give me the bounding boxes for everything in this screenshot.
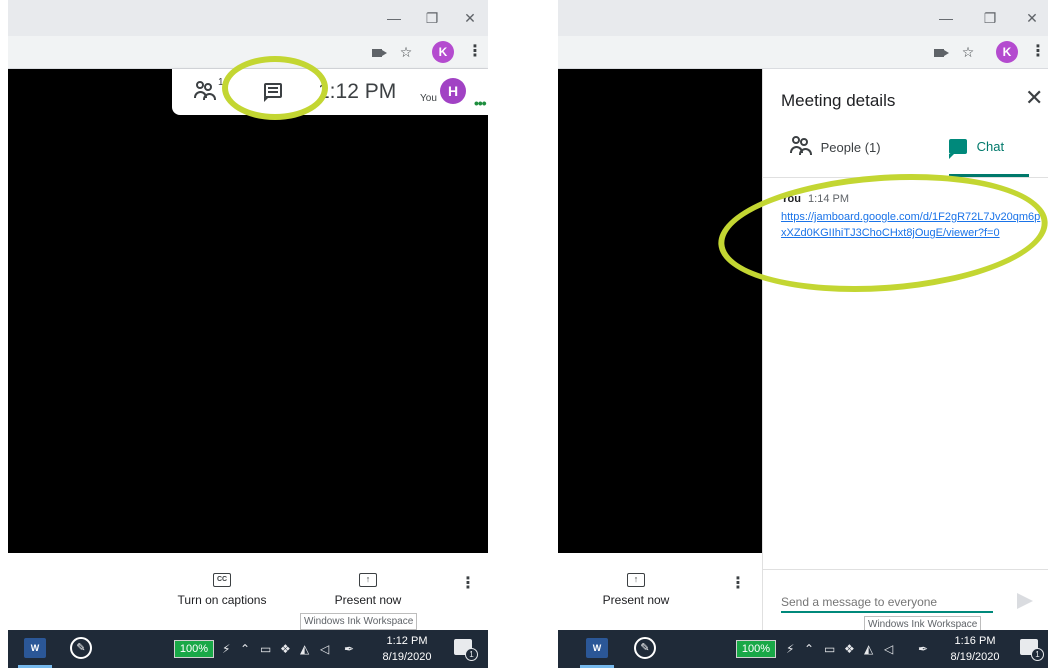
people-icon bbox=[789, 136, 813, 155]
chat-message-header: You 1:14 PM bbox=[781, 193, 849, 205]
people-count-badge: 1 bbox=[218, 77, 224, 88]
keyboard-icon[interactable]: ▭ bbox=[824, 640, 835, 658]
meeting-time: 1:12 PM bbox=[318, 80, 397, 103]
tray-expand-icon[interactable]: ⌃ bbox=[804, 640, 814, 658]
message-time: 1:14 PM bbox=[808, 193, 849, 205]
tab-chat[interactable]: Chat bbox=[949, 139, 1029, 177]
browser-menu-icon[interactable]: ⋮ bbox=[1030, 42, 1046, 62]
present-icon: ↑ bbox=[359, 573, 377, 587]
notification-count: 1 bbox=[465, 648, 478, 661]
browser-toolbar: ☆ K ⋮ bbox=[8, 36, 488, 69]
ink-workspace-tooltip: Windows Ink Workspace bbox=[300, 613, 418, 630]
battery-indicator[interactable]: 100% bbox=[736, 640, 776, 658]
sketch-app-icon[interactable]: ✎ bbox=[70, 637, 92, 659]
ink-workspace-icon[interactable]: ✒ bbox=[918, 640, 928, 658]
camera-icon[interactable] bbox=[372, 49, 387, 57]
clock[interactable]: 1:16 PM 8/19/2020 bbox=[940, 633, 1010, 665]
notification-count: 1 bbox=[1031, 648, 1044, 661]
chat-message-input[interactable] bbox=[781, 593, 993, 613]
sketch-app-icon[interactable]: ✎ bbox=[634, 637, 656, 659]
volume-icon[interactable]: ◁ bbox=[320, 640, 329, 658]
more-controls-icon[interactable]: ⋮ bbox=[730, 576, 746, 592]
chat-icon bbox=[949, 139, 967, 159]
volume-icon[interactable]: ◁ bbox=[884, 640, 893, 658]
more-options-icon[interactable]: ••• bbox=[474, 95, 487, 111]
browser-titlebar: — ❐ ✕ bbox=[8, 0, 488, 36]
more-controls-icon[interactable]: ⋮ bbox=[460, 576, 476, 592]
dropbox-icon[interactable]: ❖ bbox=[844, 640, 855, 658]
message-sender: You bbox=[781, 193, 801, 205]
restore-button[interactable]: ❐ bbox=[422, 8, 442, 28]
notifications-icon[interactable]: 1 bbox=[454, 639, 478, 661]
left-screenshot: — ❐ ✕ ☆ K ⋮ 1 1:12 PM You H ••• CC Turn … bbox=[8, 0, 488, 668]
video-area bbox=[8, 69, 488, 553]
power-plug-icon: ⚡ bbox=[222, 642, 231, 656]
present-label: Present now bbox=[602, 593, 670, 607]
people-icon[interactable]: 1 bbox=[194, 77, 224, 103]
bookmark-star-icon[interactable]: ☆ bbox=[398, 42, 414, 62]
word-app-icon[interactable]: W bbox=[580, 638, 614, 668]
camera-icon[interactable] bbox=[934, 49, 949, 57]
close-window-button[interactable]: ✕ bbox=[460, 8, 480, 28]
present-label: Present now bbox=[334, 593, 402, 607]
network-icon[interactable]: ◭ bbox=[300, 640, 309, 658]
meeting-controls: ↑ Present now ⋮ bbox=[558, 553, 762, 629]
clock-time: 1:16 PM bbox=[954, 635, 996, 647]
minimize-button[interactable]: — bbox=[384, 8, 404, 28]
right-screenshot: — ❐ ✕ ☆ K ⋮ Meeting details ✕ People (1)… bbox=[558, 0, 1048, 668]
browser-menu-icon[interactable]: ⋮ bbox=[467, 42, 483, 62]
clock-date: 8/19/2020 bbox=[950, 651, 1000, 663]
windows-taskbar: W ✎ 100% ⚡ ⌃ ▭ ❖ ◭ ◁ ✒ 1:12 PM 8/19/2020… bbox=[8, 630, 488, 668]
profile-avatar[interactable]: K bbox=[996, 41, 1018, 63]
present-now-button[interactable]: ↑ Present now bbox=[596, 573, 676, 607]
clock[interactable]: 1:12 PM 8/19/2020 bbox=[372, 633, 442, 665]
send-icon[interactable] bbox=[1017, 593, 1033, 609]
jamboard-link[interactable]: https://jamboard.google.com/d/1F2gR72L7J… bbox=[781, 209, 1043, 241]
tab-people-label: People (1) bbox=[820, 140, 881, 155]
close-window-button[interactable]: ✕ bbox=[1022, 8, 1042, 28]
word-app-icon[interactable]: W bbox=[18, 638, 52, 668]
clock-date: 8/19/2020 bbox=[382, 651, 432, 663]
present-icon: ↑ bbox=[627, 573, 645, 587]
present-now-button[interactable]: ↑ Present now bbox=[330, 573, 406, 607]
minimize-button[interactable]: — bbox=[936, 8, 956, 28]
divider bbox=[763, 569, 1048, 570]
meeting-details-panel: Meeting details ✕ People (1) Chat You 1:… bbox=[762, 69, 1048, 630]
ink-workspace-icon[interactable]: ✒ bbox=[344, 640, 354, 658]
panel-title: Meeting details bbox=[781, 91, 896, 110]
power-plug-icon: ⚡ bbox=[786, 642, 795, 656]
chat-icon[interactable] bbox=[264, 83, 282, 102]
captions-label: Turn on captions bbox=[177, 593, 267, 607]
dropbox-icon[interactable]: ❖ bbox=[280, 640, 291, 658]
video-area bbox=[558, 69, 762, 553]
tab-chat-label: Chat bbox=[976, 139, 1005, 154]
divider bbox=[763, 177, 1048, 178]
browser-titlebar: — ❐ ✕ bbox=[558, 0, 1048, 36]
captions-icon: CC bbox=[213, 573, 231, 587]
restore-button[interactable]: ❐ bbox=[980, 8, 1000, 28]
battery-indicator[interactable]: 100% bbox=[174, 640, 214, 658]
meeting-topbar: 1 1:12 PM You H ••• bbox=[172, 69, 488, 115]
tab-people[interactable]: People (1) bbox=[789, 136, 909, 177]
profile-avatar[interactable]: K bbox=[432, 41, 454, 63]
network-icon[interactable]: ◭ bbox=[864, 640, 873, 658]
bookmark-star-icon[interactable]: ☆ bbox=[960, 42, 976, 62]
keyboard-icon[interactable]: ▭ bbox=[260, 640, 271, 658]
browser-toolbar: ☆ K ⋮ bbox=[558, 36, 1048, 69]
captions-button[interactable]: CC Turn on captions bbox=[172, 573, 272, 607]
close-panel-icon[interactable]: ✕ bbox=[1025, 87, 1043, 109]
self-avatar: H bbox=[440, 78, 466, 104]
tray-expand-icon[interactable]: ⌃ bbox=[240, 640, 250, 658]
clock-time: 1:12 PM bbox=[386, 635, 428, 647]
you-label: You bbox=[420, 93, 437, 104]
notifications-icon[interactable]: 1 bbox=[1020, 639, 1044, 661]
windows-taskbar: W ✎ 100% ⚡ ⌃ ▭ ❖ ◭ ◁ ✒ 1:16 PM 8/19/2020… bbox=[558, 630, 1048, 668]
